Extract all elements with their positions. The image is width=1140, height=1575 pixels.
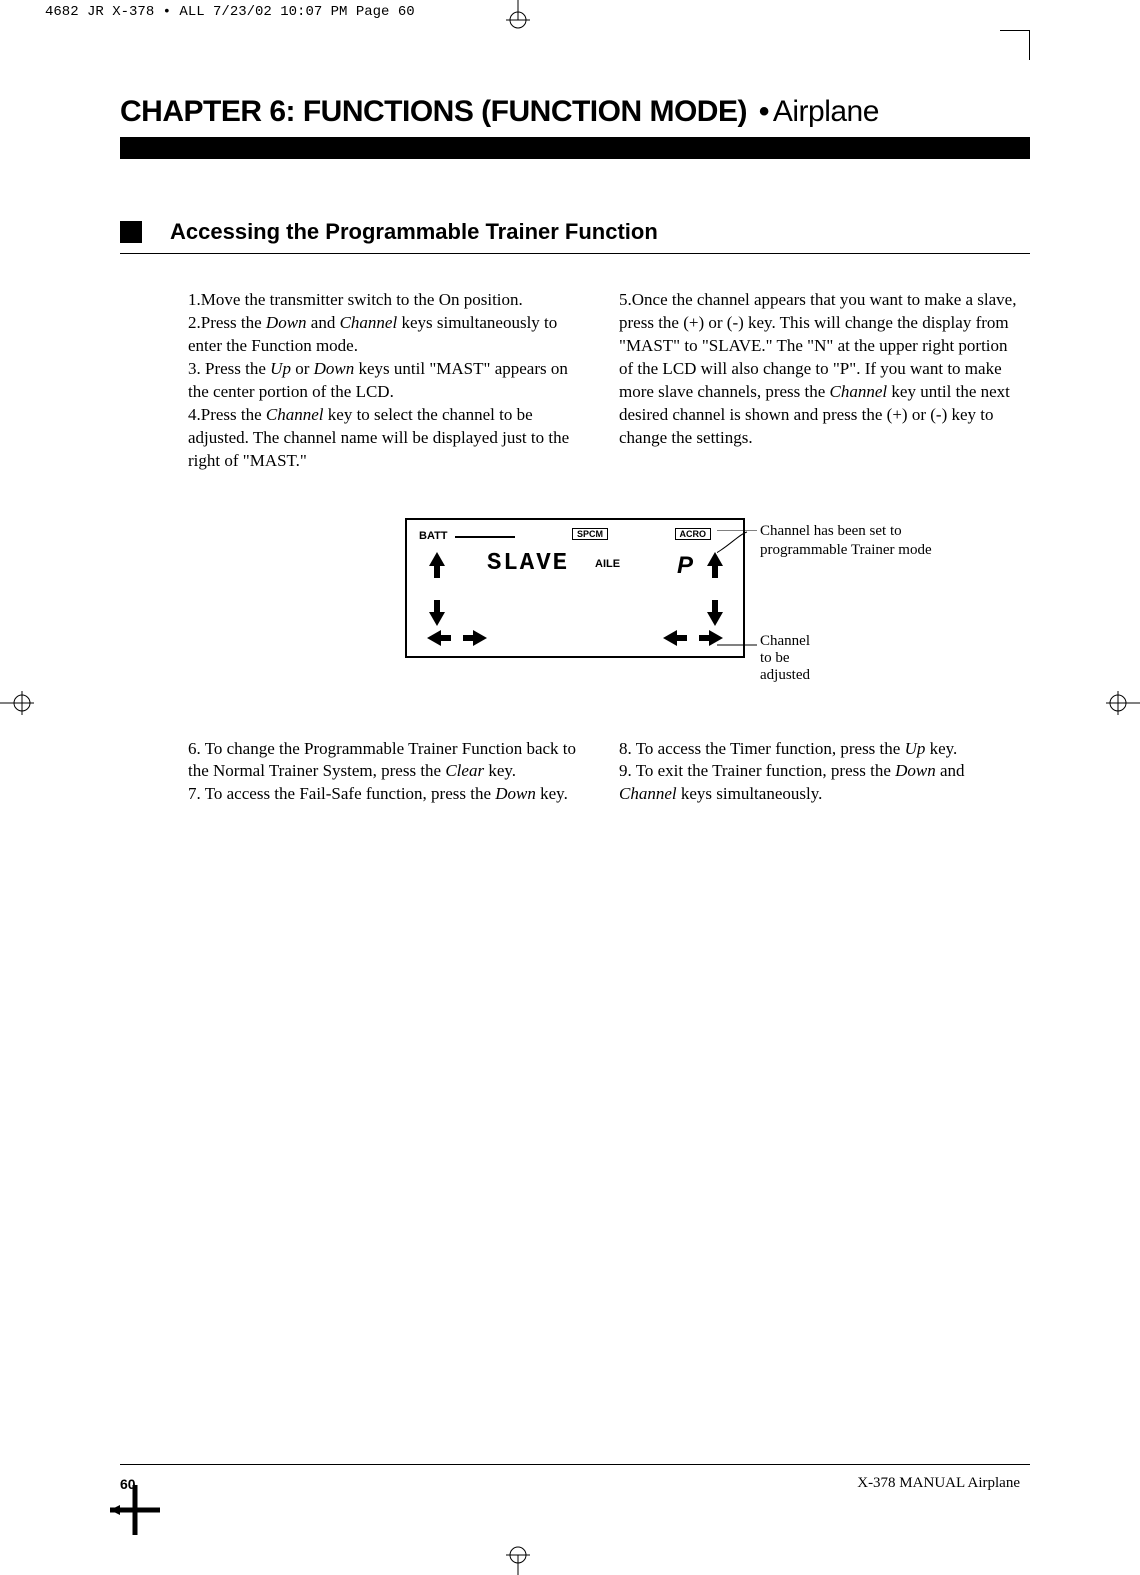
lcd-batt-bar-icon [455, 536, 515, 538]
crop-mark-left [0, 683, 40, 723]
callout-line-icon [717, 530, 757, 650]
step-1: 1.Move the transmitter switch to the On … [188, 290, 523, 309]
footer-rule [120, 1464, 1030, 1465]
step-2b: Down [266, 313, 307, 332]
step-6b: Clear [445, 761, 484, 780]
step-9a: 9. To exit the Trainer function, press t… [619, 761, 895, 780]
chapter-title-text: CHAPTER 6: FUNCTIONS (FUNCTION MODE) [120, 95, 747, 128]
step-7a: 7. To access the Fail-Safe function, pre… [188, 784, 495, 803]
crop-mark-top [498, 0, 538, 30]
chapter-title: CHAPTER 6: FUNCTIONS (FUNCTION MODE) •Ai… [120, 95, 1030, 129]
lcd-batt-label: BATT [419, 530, 448, 542]
step-6a: 6. To change the Programmable Trainer Fu… [188, 739, 576, 781]
step-3b: Up [270, 359, 291, 378]
lcd-acro-badge: ACRO [675, 528, 712, 540]
page-number: 60 [120, 1476, 136, 1492]
crop-mark-right [1100, 683, 1140, 723]
step-8b: Up [905, 739, 926, 758]
columns-bottom: 6. To change the Programmable Trainer Fu… [120, 738, 1030, 807]
step-8c: key. [925, 739, 957, 758]
section-marker-icon [120, 221, 142, 243]
arrow-up-icon [429, 552, 445, 578]
column-left-top: 1.Move the transmitter switch to the On … [188, 289, 589, 473]
step-5b: Channel [830, 382, 888, 401]
step-7b: Down [495, 784, 536, 803]
column-right-top: 5.Once the channel appears that you want… [619, 289, 1020, 473]
step-4b: Channel [266, 405, 324, 424]
lcd-figure: BATT SPCM ACRO SLAVE AILE P [120, 518, 1030, 658]
step-7c: key. [536, 784, 568, 803]
lcd-box: BATT SPCM ACRO SLAVE AILE P [405, 518, 745, 658]
columns-top: 1.Move the transmitter switch to the On … [120, 289, 1030, 473]
step-9c: and [936, 761, 965, 780]
step-3d: Down [314, 359, 355, 378]
lcd-spcm-badge: SPCM [572, 528, 608, 540]
step-2a: 2.Press the [188, 313, 266, 332]
lcd-slave-text: SLAVE [487, 550, 569, 577]
arrow-horizontal-icon [663, 630, 723, 646]
chapter-subtitle: Airplane [773, 95, 879, 128]
separator-icon: • [755, 95, 773, 128]
page-content: CHAPTER 6: FUNCTIONS (FUNCTION MODE) •Ai… [120, 40, 1030, 1520]
step-3a: 3. Press the [188, 359, 270, 378]
step-9e: keys simultaneously. [677, 784, 823, 803]
step-9d: Channel [619, 784, 677, 803]
step-8a: 8. To access the Timer function, press t… [619, 739, 905, 758]
step-2c: and [307, 313, 340, 332]
chapter-bar [120, 137, 1030, 159]
crop-mark-bottom [498, 1545, 538, 1575]
callout-2: Channel to be adjusted [760, 633, 810, 684]
arrow-down-icon [429, 600, 445, 626]
section-rule [120, 253, 1030, 254]
callout-1: Channel has been set to programmable Tra… [760, 522, 980, 561]
step-6c: key. [484, 761, 516, 780]
column-left-bottom: 6. To change the Programmable Trainer Fu… [188, 738, 589, 807]
section-title: Accessing the Programmable Trainer Funct… [170, 219, 658, 245]
step-3c: or [291, 359, 314, 378]
footer-text: X-378 MANUAL Airplane [857, 1475, 1020, 1492]
lcd-aile-text: AILE [595, 558, 620, 570]
print-job-header: 4682 JR X-378 • ALL 7/23/02 10:07 PM Pag… [45, 4, 415, 20]
section-header: Accessing the Programmable Trainer Funct… [120, 219, 1030, 245]
column-right-bottom: 8. To access the Timer function, press t… [619, 738, 1020, 807]
arrow-horizontal-icon [427, 630, 487, 646]
step-9b: Down [895, 761, 936, 780]
step-4a: 4.Press the [188, 405, 266, 424]
lcd-p-text: P [677, 552, 693, 580]
step-2d: Channel [340, 313, 398, 332]
